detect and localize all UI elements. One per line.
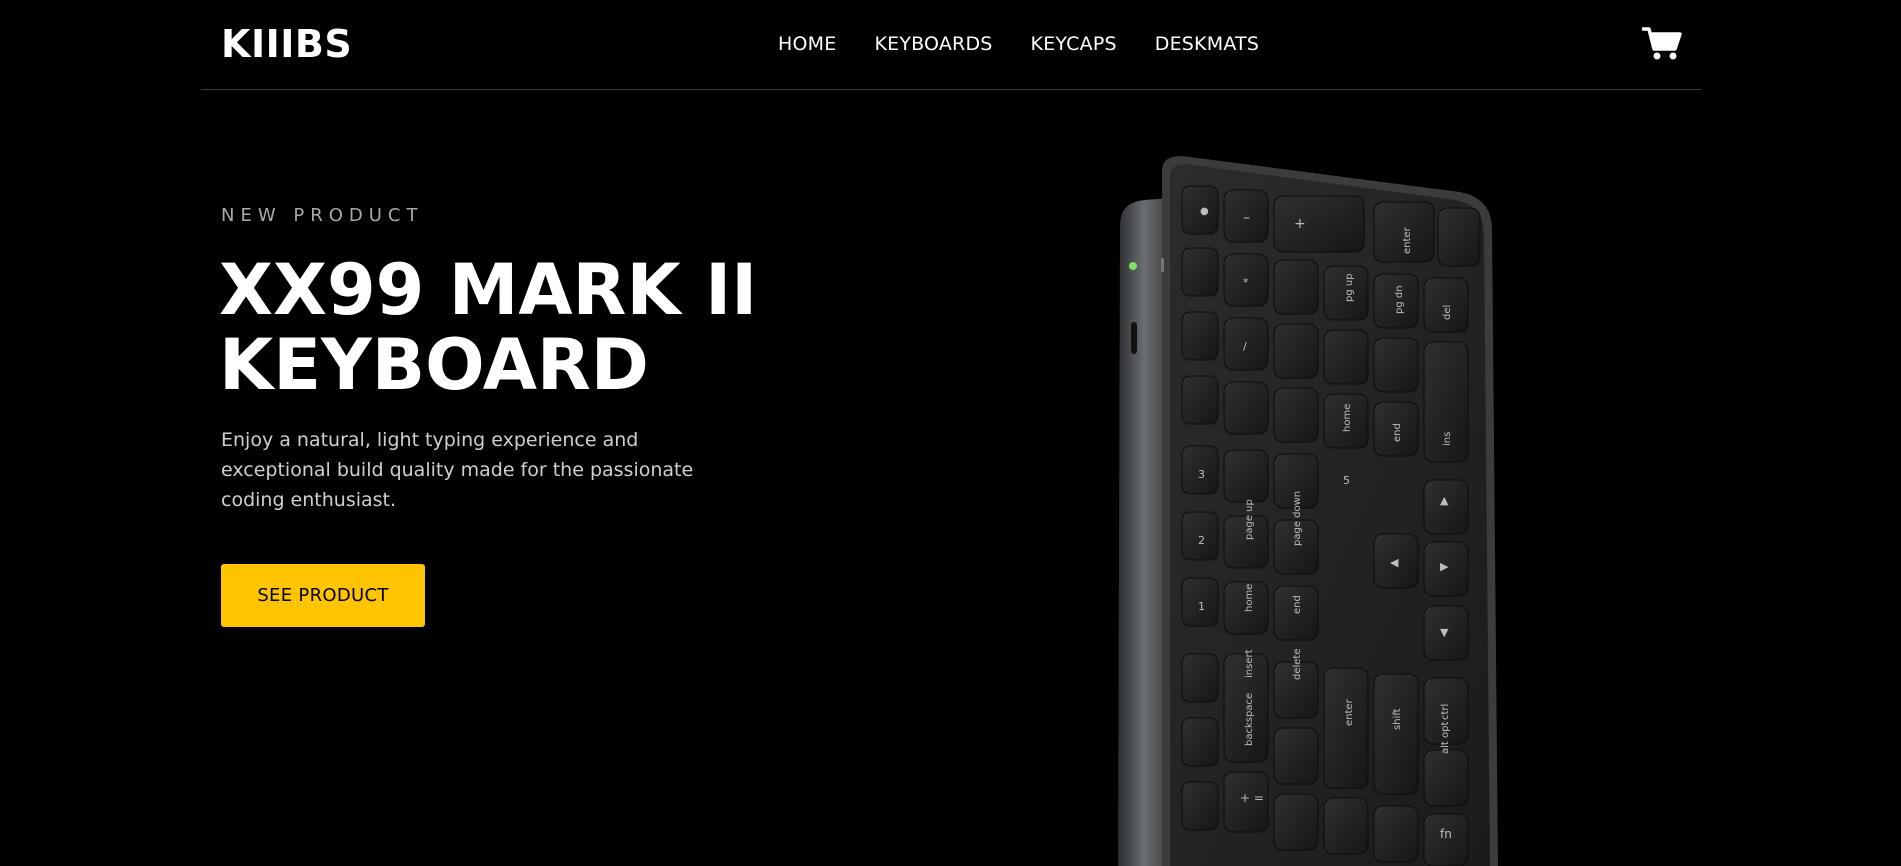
hero-title-line1: XX99 MARK II [219, 249, 758, 331]
svg-text:5: 5 [1343, 474, 1350, 487]
cart-icon[interactable] [1641, 27, 1682, 61]
see-product-button[interactable]: SEE PRODUCT [221, 564, 425, 627]
svg-text:del: del [1442, 305, 1453, 320]
svg-text:+: + [1294, 216, 1306, 232]
eyebrow-label: NEW PRODUCT [221, 205, 424, 226]
svg-text:ctrl: ctrl [1440, 704, 1451, 720]
svg-text:end: end [1292, 595, 1303, 614]
hero-description: Enjoy a natural, light typing experience… [221, 429, 694, 511]
svg-text:insert: insert [1244, 649, 1255, 678]
svg-text:backspace: backspace [1244, 693, 1255, 746]
nav-deskmats[interactable]: DESKMATS [1155, 33, 1259, 55]
svg-text:page down: page down [1292, 491, 1303, 546]
svg-text:delete: delete [1292, 648, 1303, 680]
svg-text:▶: ▶ [1440, 560, 1449, 573]
nav-keyboards[interactable]: KEYBOARDS [874, 33, 992, 55]
site-header: KIIIBS HOME KEYBOARDS KEYCAPS DESKMATS [201, 0, 1701, 90]
nav-keycaps[interactable]: KEYCAPS [1031, 33, 1117, 55]
svg-text:▲: ▲ [1440, 494, 1449, 507]
svg-text:enter: enter [1402, 226, 1413, 254]
nav-home[interactable]: HOME [778, 33, 836, 55]
svg-text:3: 3 [1198, 468, 1205, 481]
svg-text:pg up: pg up [1344, 273, 1355, 302]
svg-text:▼: ▼ [1440, 626, 1449, 639]
main-nav: HOME KEYBOARDS KEYCAPS DESKMATS [778, 33, 1297, 55]
svg-text:home: home [1244, 584, 1255, 612]
svg-text:shift: shift [1392, 708, 1403, 730]
svg-text:–: – [1243, 210, 1250, 226]
svg-text:page up: page up [1244, 499, 1255, 540]
svg-text:enter: enter [1344, 698, 1355, 726]
svg-text:ins: ins [1442, 432, 1453, 446]
svg-text:●: ● [1200, 206, 1209, 217]
keyboard-product-image: ● – + * / 5 3 2 1 ▲ ◀ ▶ ▼ fn + = page up… [1100, 150, 1520, 866]
logo[interactable]: KIIIBS [221, 22, 352, 66]
svg-text:pg dn: pg dn [1394, 285, 1405, 314]
page: KIIIBS HOME KEYBOARDS KEYCAPS DESKMATS N… [0, 0, 1901, 866]
svg-text:fn: fn [1440, 827, 1452, 841]
svg-text:home: home [1342, 404, 1353, 432]
svg-text:◀: ◀ [1390, 556, 1399, 569]
svg-text:+ =: + = [1240, 791, 1264, 805]
svg-text:alt opt: alt opt [1440, 722, 1451, 754]
hero-title: XX99 MARK II KEYBOARD [219, 253, 779, 403]
svg-text:*: * [1243, 276, 1249, 289]
hero-title-line2: KEYBOARD [219, 324, 649, 406]
svg-text:2: 2 [1198, 534, 1205, 547]
svg-text:end: end [1392, 423, 1403, 442]
svg-text:/: / [1243, 340, 1247, 353]
svg-text:1: 1 [1198, 600, 1205, 613]
